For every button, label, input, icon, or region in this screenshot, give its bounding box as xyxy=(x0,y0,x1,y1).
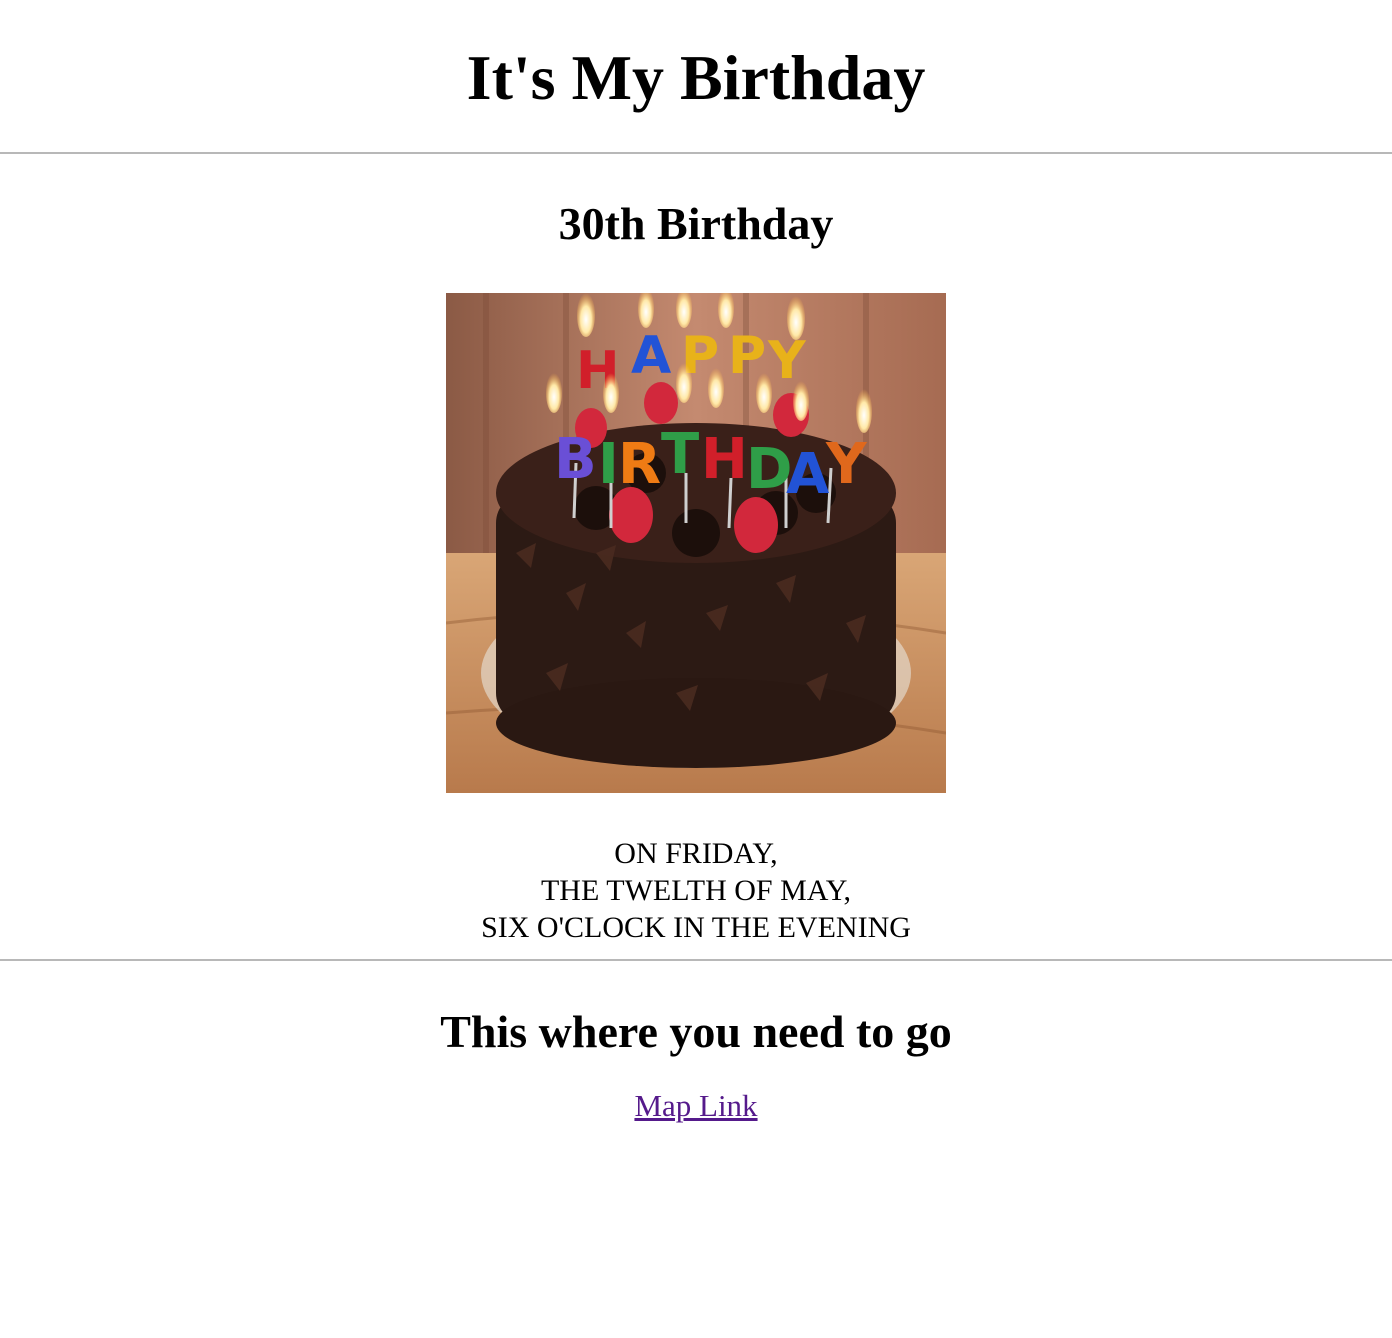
svg-text:B: B xyxy=(554,427,597,492)
details-time: SIX O'CLOCK IN THE EVENING xyxy=(481,911,911,944)
svg-text:A: A xyxy=(631,326,671,386)
svg-text:T: T xyxy=(661,422,699,487)
svg-text:A: A xyxy=(786,442,830,507)
svg-text:H: H xyxy=(701,427,748,492)
birthday-cake-image: H A P P Y B I R T H D A Y xyxy=(446,293,946,793)
svg-text:Y: Y xyxy=(825,432,868,497)
page-title: It's My Birthday xyxy=(466,42,926,113)
svg-text:I: I xyxy=(598,432,619,497)
details-date: THE TWELTH OF MAY, xyxy=(540,874,852,907)
details-day: ON FRIDAY, xyxy=(614,837,778,870)
event-details: ON FRIDAY, THE TWELTH OF MAY, SIX O'CLOC… xyxy=(0,835,1392,946)
svg-text:R: R xyxy=(618,432,661,497)
event-heading: 30th Birthday xyxy=(558,198,834,249)
directions-heading: This where you need to go xyxy=(440,1006,952,1057)
bottom-divider xyxy=(0,959,1392,961)
top-divider xyxy=(0,152,1392,154)
map-link[interactable]: Map Link xyxy=(634,1088,757,1124)
